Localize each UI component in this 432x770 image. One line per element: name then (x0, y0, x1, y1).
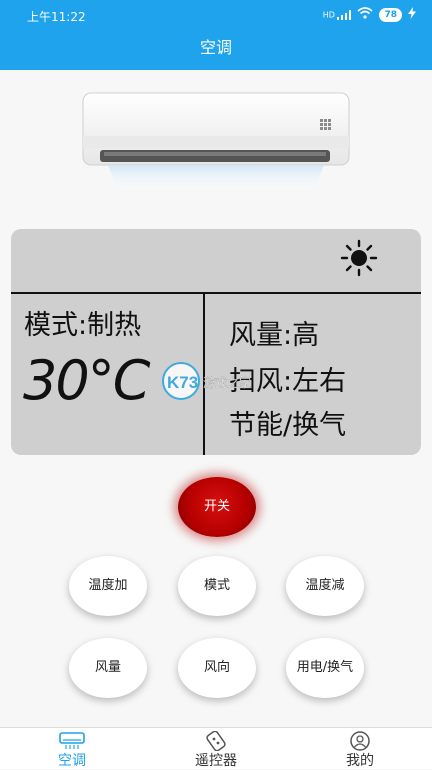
tab-remote[interactable]: 遥控器 (144, 728, 288, 769)
status-time: 上午11:22 (27, 10, 86, 24)
battery-indicator: 78 (379, 7, 402, 22)
tab-label: 遥控器 (195, 753, 237, 769)
signal-icon: HD (323, 9, 352, 20)
charging-icon (408, 7, 416, 22)
page-title: 空调 (0, 30, 432, 70)
air-conditioner-icon (59, 732, 85, 749)
k73-watermark-logo: K73 游戏之家 (162, 362, 251, 400)
temperature-readout: 30°C (23, 349, 150, 412)
status-icons: HD 78 (323, 7, 416, 22)
tab-profile[interactable]: 我的 (288, 728, 432, 769)
temperature-up-button[interactable]: 温度加 (69, 556, 147, 616)
fan-direction-button[interactable]: 风向 (178, 638, 256, 698)
power-saving-button[interactable]: 用电/换气 (286, 638, 364, 698)
svg-text:K73: K73 (167, 373, 198, 392)
energy-saving-readout: 节能/换气 (229, 410, 347, 441)
user-icon (350, 731, 370, 751)
mode-readout: 模式:制热 (24, 310, 142, 341)
display-divider-horizontal (11, 292, 421, 294)
status-bar: 上午11:22 HD 78 (0, 0, 432, 30)
mode-button[interactable]: 模式 (178, 556, 256, 616)
tab-label: 空调 (58, 753, 86, 769)
fan-speed-readout: 风量:高 (229, 320, 320, 351)
ac-status-display: 模式:制热 30°C 风量:高 扫风:左右 节能/换气 K73 游戏之家 (11, 229, 421, 455)
tab-air-conditioner[interactable]: 空调 (0, 728, 144, 769)
tab-label: 我的 (346, 753, 374, 769)
bottom-tab-bar: 空调 遥控器 我的 (0, 727, 432, 769)
wifi-icon (357, 7, 373, 22)
air-conditioner-image (82, 92, 350, 192)
power-button[interactable]: 开关 (178, 477, 256, 537)
fan-speed-button[interactable]: 风量 (69, 638, 147, 698)
remote-icon (206, 731, 226, 751)
svg-text:游戏之家: 游戏之家 (203, 375, 251, 390)
temperature-down-button[interactable]: 温度减 (286, 556, 364, 616)
sun-icon (340, 239, 378, 277)
